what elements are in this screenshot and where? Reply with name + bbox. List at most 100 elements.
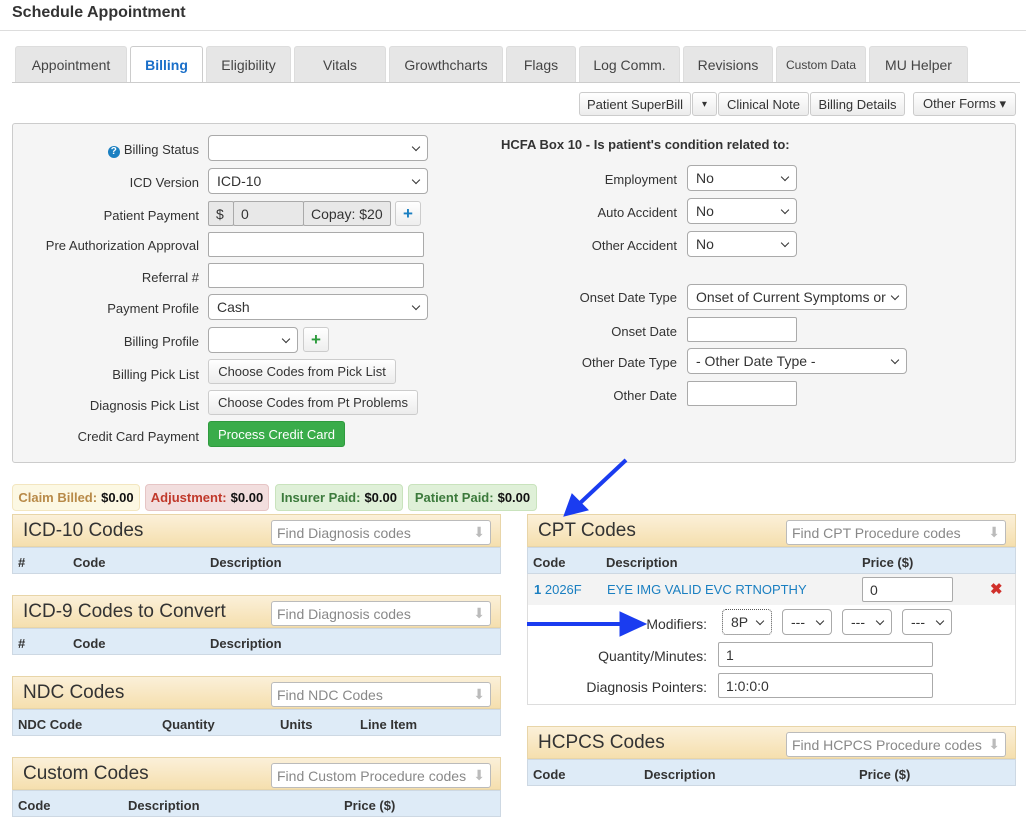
choose-from-pick-list-button[interactable]: Choose Codes from Pick List (208, 359, 396, 384)
modifier-4-select[interactable]: --- (902, 609, 952, 635)
badge-label: Adjustment: (150, 490, 227, 505)
arrow-down-icon: ⬇ (473, 686, 485, 702)
icd10-columns: # Code Description (12, 547, 501, 574)
billing-status-select[interactable] (208, 135, 428, 161)
custom-columns: Code Description Price ($) (12, 790, 501, 817)
employment-label: Employment (604, 172, 677, 187)
col-header: Code (533, 767, 566, 782)
delete-x-icon[interactable]: ✖ (990, 580, 1003, 598)
ndc-title: NDC Codes (23, 681, 125, 703)
col-header: Code (18, 798, 51, 813)
superbill-dropdown-button[interactable]: ▾ (692, 92, 717, 116)
icd-version-select[interactable]: ICD-10 (208, 168, 428, 194)
add-payment-plus-icon[interactable]: + (395, 201, 421, 226)
diagnosis-pointers-label: Diagnosis Pointers: (586, 679, 707, 695)
adjustment-badge: Adjustment: $0.00 (145, 484, 269, 511)
onset-date-type-label: Onset Date Type (579, 290, 677, 305)
placeholder: Find Diagnosis codes (277, 524, 411, 541)
other-accident-select[interactable]: No (687, 231, 797, 257)
onset-date-input[interactable] (687, 317, 797, 342)
other-accident-label: Other Accident (591, 238, 677, 253)
col-header: Description (210, 636, 282, 651)
col-header: Units (280, 717, 313, 732)
col-header: Code (73, 555, 106, 570)
badge-value: $0.00 (364, 490, 397, 505)
quantity-input[interactable]: 1 (718, 642, 933, 667)
icd9-columns: # Code Description (12, 628, 501, 655)
arrow-down-icon: ⬇ (988, 736, 1000, 752)
tab-billing[interactable]: Billing (130, 46, 203, 83)
quantity-label: Quantity/Minutes: (598, 648, 707, 664)
custom-search-input[interactable]: Find Custom Procedure codes ⬇ (271, 763, 491, 788)
arrow-to-cpt-icon (563, 458, 628, 517)
onset-date-label: Onset Date (611, 324, 677, 339)
tab-appointment[interactable]: Appointment (15, 46, 127, 82)
patient-payment-input[interactable]: 0 (233, 201, 304, 226)
auto-accident-select[interactable]: No (687, 198, 797, 224)
other-date-type-select[interactable]: - Other Date Type - (687, 348, 907, 374)
tab-revisions[interactable]: Revisions (683, 46, 773, 82)
hcpcs-search-input[interactable]: Find HCPCS Procedure codes ⬇ (786, 732, 1006, 757)
arrow-down-icon: ⬇ (988, 524, 1000, 540)
icd10-search-input[interactable]: Find Diagnosis codes ⬇ (271, 520, 491, 545)
cpt-description-link[interactable]: EYE IMG VALID EVC RTNOPTHY (607, 582, 807, 597)
tab-log-comm[interactable]: Log Comm. (579, 46, 680, 82)
diagnosis-pointers-input[interactable]: 1:0:0:0 (718, 673, 933, 698)
ndc-search-input[interactable]: Find NDC Codes ⬇ (271, 682, 491, 707)
payment-profile-select[interactable]: Cash (208, 294, 428, 320)
arrow-down-icon: ⬇ (473, 767, 485, 783)
payment-profile-label: Payment Profile (107, 301, 199, 316)
badge-value: $0.00 (497, 490, 531, 505)
process-credit-card-button[interactable]: Process Credit Card (208, 421, 345, 447)
other-date-input[interactable] (687, 381, 797, 406)
custom-title: Custom Codes (23, 762, 149, 784)
other-date-label: Other Date (613, 388, 677, 403)
onset-date-type-select[interactable]: Onset of Current Symptoms or (687, 284, 907, 310)
modifier-3-select[interactable]: --- (842, 609, 892, 635)
modifier-1-select[interactable]: 8P (722, 609, 772, 635)
modifier-2-select[interactable]: --- (782, 609, 832, 635)
billing-profile-select[interactable] (208, 327, 298, 353)
choose-from-pt-problems-button[interactable]: Choose Codes from Pt Problems (208, 390, 418, 415)
tab-eligibility[interactable]: Eligibility (206, 46, 291, 82)
col-header: NDC Code (18, 717, 83, 732)
tab-flags[interactable]: Flags (506, 46, 576, 82)
col-header: Code (533, 555, 566, 570)
col-header: # (18, 555, 26, 570)
clinical-note-button[interactable]: Clinical Note (718, 92, 809, 116)
icd10-title: ICD-10 Codes (23, 519, 144, 541)
billing-pick-list-label: Billing Pick List (112, 367, 199, 382)
add-billing-profile-plus-icon[interactable]: + (303, 327, 329, 352)
cpt-price-input[interactable]: 0 (862, 577, 953, 602)
col-header: Code (73, 636, 106, 651)
patient-payment-label: Patient Payment (103, 208, 199, 223)
tab-vitals[interactable]: Vitals (294, 46, 386, 82)
pre-auth-label: Pre Authorization Approval (45, 238, 199, 253)
col-header: Price ($) (859, 767, 911, 782)
help-icon[interactable]: ? (107, 146, 120, 158)
tab-mu-helper[interactable]: MU Helper (869, 46, 968, 82)
col-header: Description (128, 798, 200, 813)
badge-value: $0.00 (230, 490, 264, 505)
tab-custom-data[interactable]: Custom Data (776, 46, 866, 82)
cpt-code: 2026F (544, 582, 582, 597)
billing-status-label: ? Billing Status (107, 142, 199, 158)
pre-auth-input[interactable] (208, 232, 424, 257)
cpt-code-link[interactable]: 1 2026F (534, 582, 582, 597)
referral-input[interactable] (208, 263, 424, 288)
patient-superbill-button[interactable]: Patient SuperBill (579, 92, 691, 116)
modifiers-label: Modifiers: (646, 616, 707, 632)
icd9-search-input[interactable]: Find Diagnosis codes ⬇ (271, 601, 491, 626)
cpt-search-input[interactable]: Find CPT Procedure codes ⬇ (786, 520, 1006, 545)
tab-growthcharts[interactable]: Growthcharts (389, 46, 503, 82)
other-forms-button[interactable]: Other Forms ▾ (913, 92, 1016, 116)
icd-version-label: ICD Version (129, 175, 199, 190)
placeholder: Find CPT Procedure codes (792, 524, 961, 541)
billing-details-button[interactable]: Billing Details (810, 92, 905, 116)
arrow-down-icon: ⬇ (473, 524, 485, 540)
cpt-title: CPT Codes (538, 519, 636, 541)
col-header: Description (210, 555, 282, 570)
employment-select[interactable]: No (687, 165, 797, 191)
diagnosis-pick-list-label: Diagnosis Pick List (89, 398, 199, 413)
divider (0, 30, 1026, 31)
